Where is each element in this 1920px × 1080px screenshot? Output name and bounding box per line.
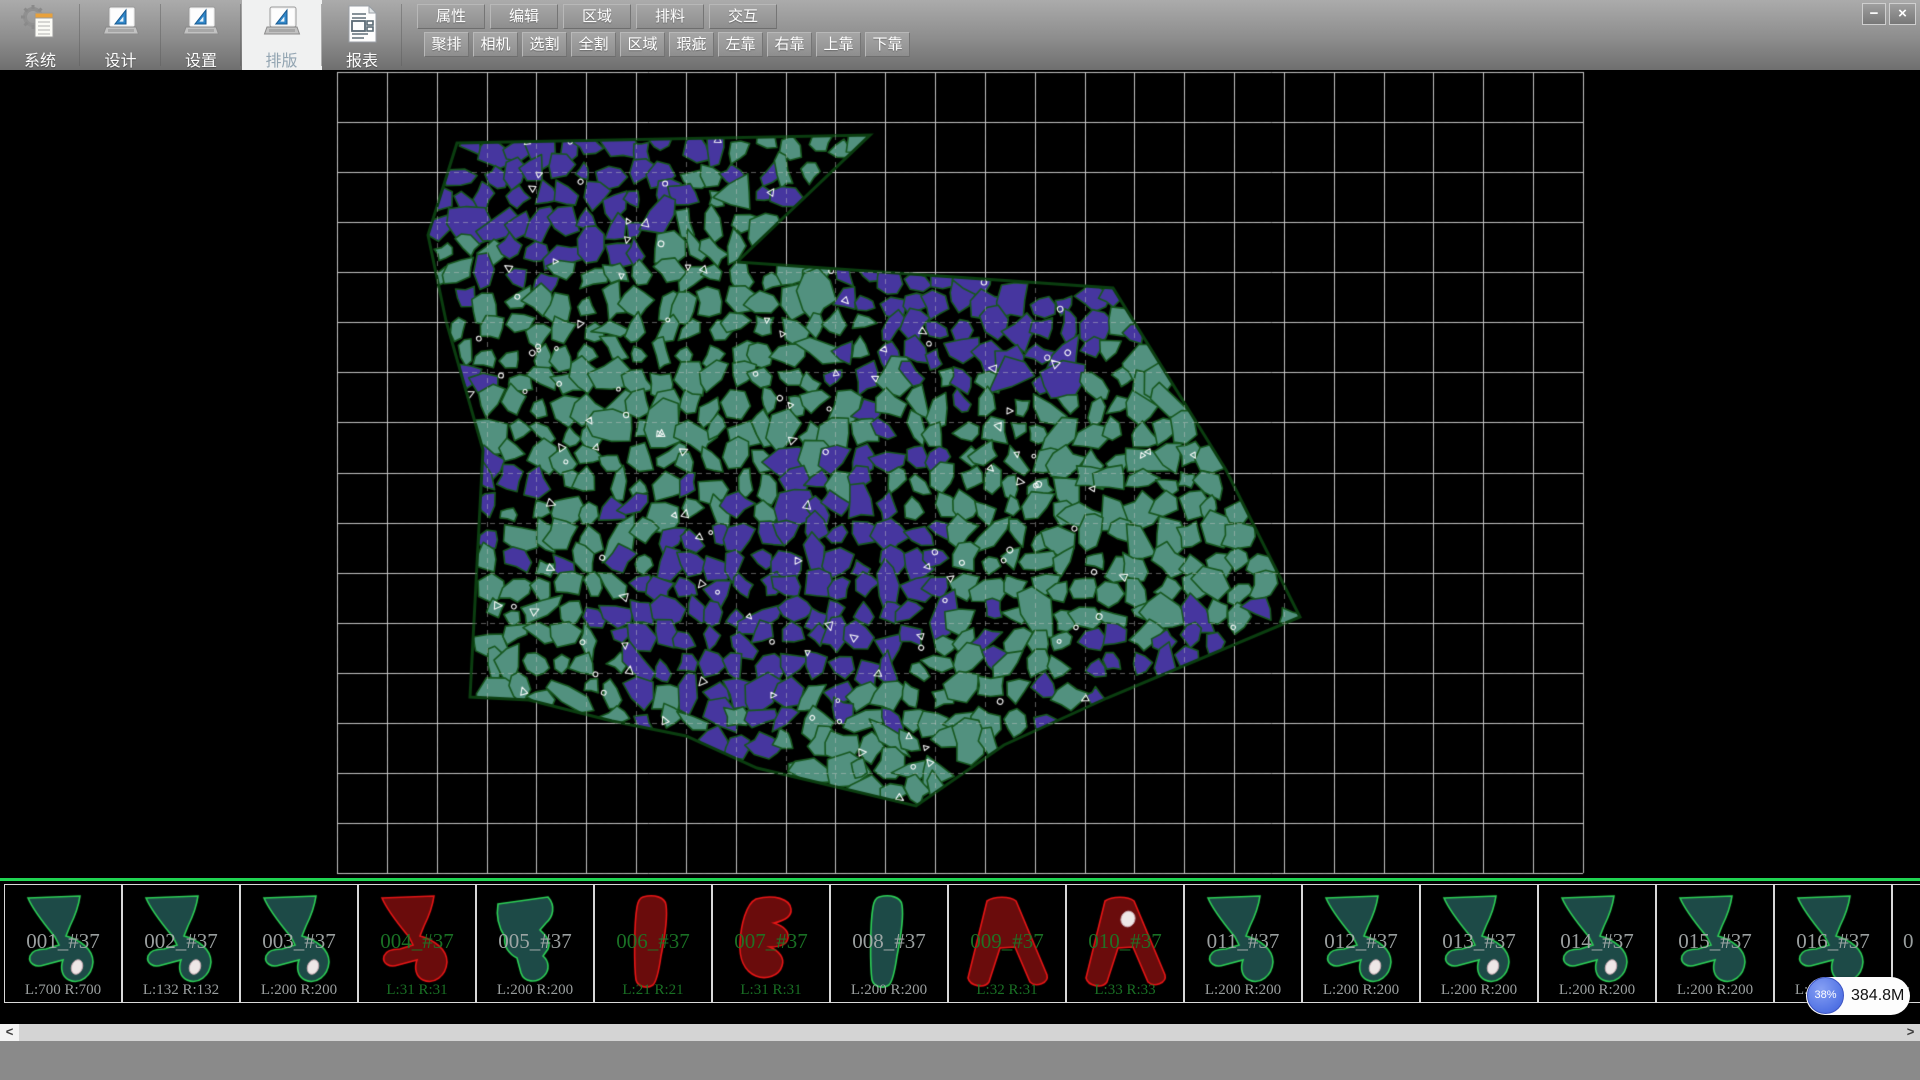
- part-cell-009_#37[interactable]: 009_#37 L:32 R:31: [948, 884, 1066, 1003]
- part-lr-count: L:200 R:200: [1657, 982, 1773, 999]
- part-lr-count: L:200 R:200: [1539, 982, 1655, 999]
- memory-value: 384.8M: [1851, 977, 1904, 1015]
- part-cell-015_#37[interactable]: 015_#37 L:200 R:200: [1656, 884, 1774, 1003]
- gear-notepad-icon: [20, 31, 60, 48]
- menu-button-排料[interactable]: 排料: [636, 4, 704, 29]
- laptop-ruler-icon: [101, 31, 141, 48]
- laptop-ruler-icon: [181, 31, 221, 48]
- part-cell-005_#37[interactable]: 005_#37 L:200 R:200: [476, 884, 594, 1003]
- menu-button-区域[interactable]: 区域: [563, 4, 631, 29]
- part-id-label: 010_#37: [1067, 929, 1183, 954]
- tool-button-全割[interactable]: 全割: [571, 32, 616, 57]
- scroll-right-button[interactable]: >: [1901, 1024, 1920, 1041]
- part-cell-002_#37[interactable]: 002_#37 L:132 R:132: [122, 884, 240, 1003]
- part-lr-count: L:700 R:700: [5, 982, 121, 999]
- part-cell-008_#37[interactable]: 008_#37 L:200 R:200: [830, 884, 948, 1003]
- main-tab-label: 设计: [81, 47, 161, 71]
- part-id-label: 013_#37: [1421, 929, 1537, 954]
- part-lr-count: L:200 R:200: [1303, 982, 1419, 999]
- part-id-label: 012_#37: [1303, 929, 1419, 954]
- part-cell-007_#37[interactable]: 007_#37 L:31 R:31: [712, 884, 830, 1003]
- part-id-label: 016_#37: [1775, 929, 1891, 954]
- part-lr-count: L:31 R:31: [713, 982, 829, 999]
- part-cell-011_#37[interactable]: 011_#37 L:200 R:200: [1184, 884, 1302, 1003]
- menu-button-属性[interactable]: 属性: [417, 4, 485, 29]
- part-cell-004_#37[interactable]: 004_#37 L:31 R:31: [358, 884, 476, 1003]
- toolbar: 系统设计设置排版报表属性编辑区域排料交互聚排相机选割全割区域瑕疵左靠右靠上靠下靠…: [0, 0, 1920, 71]
- main-tab-报表[interactable]: 报表: [322, 0, 402, 70]
- part-id-label: 004_#37: [359, 929, 475, 954]
- horizontal-scrollbar[interactable]: < >: [0, 1024, 1920, 1041]
- status-bar: [0, 1041, 1920, 1080]
- tool-button-聚排[interactable]: 聚排: [424, 32, 469, 57]
- main-tab-设置[interactable]: 设置: [161, 0, 241, 70]
- part-id-label: 015_#37: [1657, 929, 1773, 954]
- part-lr-count: L:32 R:31: [949, 982, 1065, 999]
- part-id-label: 011_#37: [1185, 929, 1301, 954]
- tool-button-区域[interactable]: 区域: [620, 32, 665, 57]
- part-lr-count: L:33 R:33: [1067, 982, 1183, 999]
- part-cell-003_#37[interactable]: 003_#37 L:200 R:200: [240, 884, 358, 1003]
- tool-button-瑕疵[interactable]: 瑕疵: [669, 32, 714, 57]
- tool-button-相机[interactable]: 相机: [473, 32, 518, 57]
- part-lr-count: L:200 R:200: [241, 982, 357, 999]
- part-id-label: 002_#37: [123, 929, 239, 954]
- part-lr-count: L:31 R:31: [359, 982, 475, 999]
- part-lr-count: L:200 R:200: [1421, 982, 1537, 999]
- part-cell-012_#37[interactable]: 012_#37 L:200 R:200: [1302, 884, 1420, 1003]
- part-id-label: 007_#37: [713, 929, 829, 954]
- tool-button-选割[interactable]: 选割: [522, 32, 567, 57]
- close-button[interactable]: ×: [1889, 3, 1916, 25]
- laptop-ruler-icon: [262, 31, 302, 48]
- main-tab-排版[interactable]: 排版: [242, 0, 322, 70]
- part-id-label: 0: [1903, 929, 1920, 954]
- part-id-label: 008_#37: [831, 929, 947, 954]
- tool-button-左靠[interactable]: 左靠: [718, 32, 763, 57]
- part-lr-count: L:200 R:200: [1185, 982, 1301, 999]
- part-lr-count: L:21 R:21: [595, 982, 711, 999]
- part-cell-001_#37[interactable]: 001_#37 L:700 R:700: [4, 884, 122, 1003]
- separator: [401, 4, 402, 66]
- minimize-button[interactable]: −: [1862, 3, 1886, 25]
- part-lr-count: L:200 R:200: [477, 982, 593, 999]
- part-lr-count: L:200 R:200: [831, 982, 947, 999]
- report-icon: [342, 31, 382, 48]
- part-cell-006_#37[interactable]: 006_#37 L:21 R:21: [594, 884, 712, 1003]
- part-id-label: 003_#37: [241, 929, 357, 954]
- main-tab-label: 设置: [161, 47, 241, 71]
- memory-status-badge: 38% 384.8M: [1806, 977, 1910, 1015]
- main-tab-label: 排版: [242, 47, 322, 71]
- part-id-label: 006_#37: [595, 929, 711, 954]
- tool-button-下靠[interactable]: 下靠: [865, 32, 910, 57]
- menu-button-编辑[interactable]: 编辑: [490, 4, 558, 29]
- part-id-label: 014_#37: [1539, 929, 1655, 954]
- part-cell-010_#37[interactable]: 010_#37 L:33 R:33: [1066, 884, 1184, 1003]
- scroll-left-button[interactable]: <: [0, 1024, 19, 1041]
- part-id-label: 005_#37: [477, 929, 593, 954]
- main-tab-label: 系统: [0, 47, 80, 71]
- tool-button-上靠[interactable]: 上靠: [816, 32, 861, 57]
- main-tab-label: 报表: [322, 47, 402, 71]
- parts-strip-accent-line: [0, 878, 1920, 881]
- nesting-workspace-canvas[interactable]: [0, 70, 1920, 880]
- part-id-label: 009_#37: [949, 929, 1065, 954]
- part-cell-013_#37[interactable]: 013_#37 L:200 R:200: [1420, 884, 1538, 1003]
- part-cell-014_#37[interactable]: 014_#37 L:200 R:200: [1538, 884, 1656, 1003]
- menu-button-交互[interactable]: 交互: [709, 4, 777, 29]
- main-tab-设计[interactable]: 设计: [81, 0, 161, 70]
- main-tab-系统[interactable]: 系统: [0, 0, 80, 70]
- part-lr-count: L:132 R:132: [123, 982, 239, 999]
- tool-button-右靠[interactable]: 右靠: [767, 32, 812, 57]
- progress-percent-badge: 38%: [1807, 977, 1844, 1014]
- application-window: 系统设计设置排版报表属性编辑区域排料交互聚排相机选割全割区域瑕疵左靠右靠上靠下靠…: [0, 0, 1920, 1080]
- part-id-label: 001_#37: [5, 929, 121, 954]
